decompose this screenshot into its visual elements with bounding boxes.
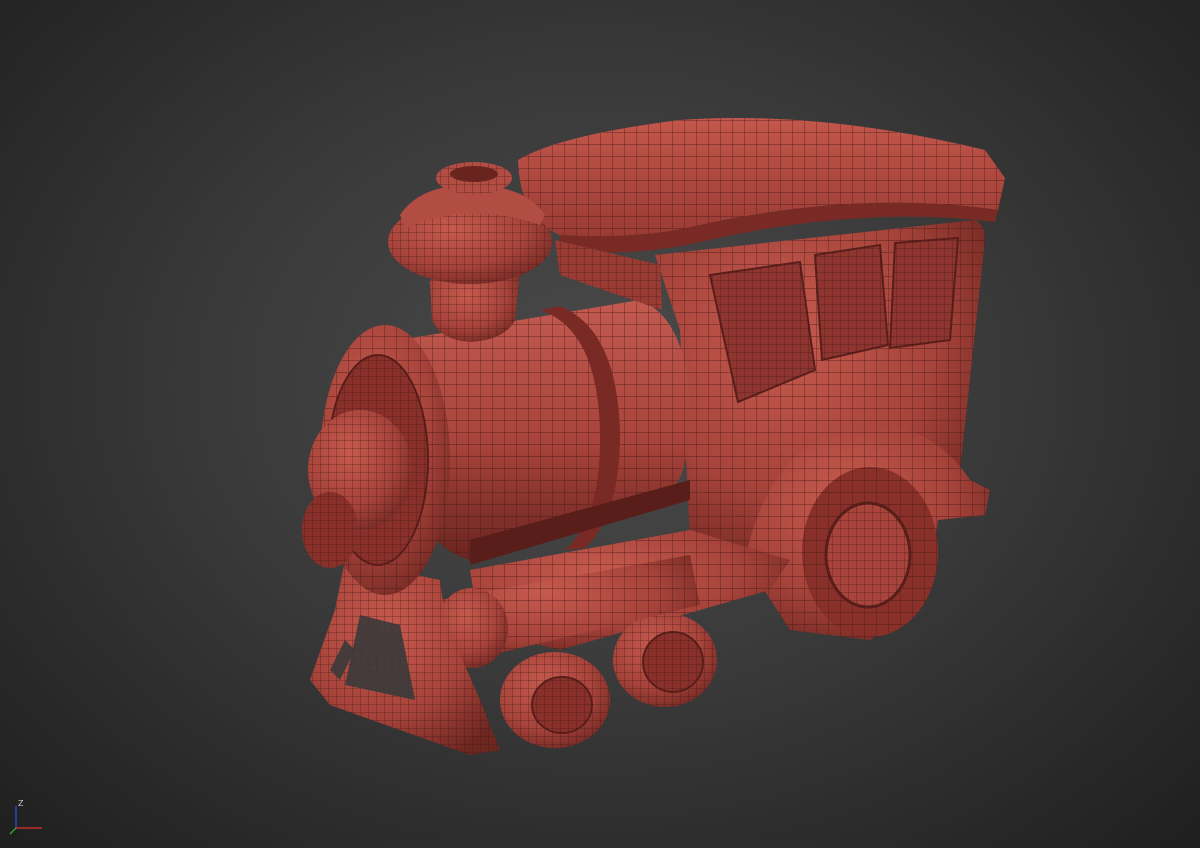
front-wheel-1[interactable]	[500, 652, 610, 748]
y-axis-line	[9, 827, 17, 835]
3d-viewport[interactable]: Z	[0, 0, 1200, 848]
axis-gizmo: Z	[9, 799, 42, 835]
front-wheel-2[interactable]	[613, 613, 717, 707]
z-axis-label: Z	[18, 799, 24, 808]
locomotive-model[interactable]	[0, 0, 1200, 848]
